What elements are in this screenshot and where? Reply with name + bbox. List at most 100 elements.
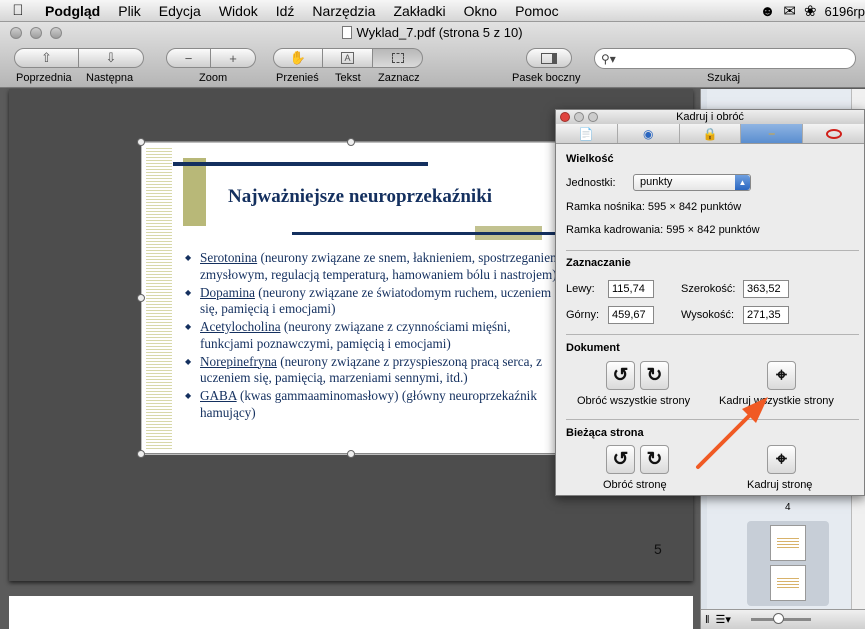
crop-page-button[interactable]: ⌖ [767,445,796,474]
menu-extras: ☻ ✉ ❀ 6196rp [760,0,865,22]
sidebar-toggle-group [526,48,572,68]
rotate-right-page-button[interactable]: ↻ [640,445,669,474]
selection-handle-top-left[interactable] [137,138,145,146]
move-tool-button[interactable]: ✋ [273,48,323,68]
top-label: Górny: [566,309,600,321]
search-label: Szukaj [707,72,741,84]
size-section-title: Wielkość [566,153,614,165]
selection-handle-top[interactable] [347,138,355,146]
menu-file[interactable]: Plik [109,3,150,19]
left-label: Lewy: [566,283,595,295]
selection-handle-bottom-left[interactable] [137,450,145,458]
sidebar-toggle-button[interactable] [526,48,572,68]
term-link: GABA [200,388,237,403]
section-divider [566,419,859,420]
media-box-text: Ramka nośnika: 595 × 842 punktów [566,201,742,213]
inspector-title: Kadruj i obróć [676,111,744,123]
inspector-controls [560,112,598,122]
sidebar-label: Pasek boczny [512,72,581,84]
rotate-left-page-button[interactable]: ↺ [606,445,635,474]
left-field[interactable]: 115,74 [608,280,654,298]
select-tool-button[interactable] [373,48,423,68]
scroll-left-icon[interactable]: ‖ [705,614,710,626]
grid-view-icon[interactable]: ☰▾ [716,613,731,626]
menu-help[interactable]: Pomoc [506,3,568,19]
search-icon: ⚲▾ [601,51,616,66]
apple-menu-icon[interactable]:  [0,2,36,19]
menu-window[interactable]: Okno [455,3,506,19]
document-section-title: Dokument [566,342,620,354]
crop-page-caption: Kadruj stronę [747,479,813,491]
selection-handle-left[interactable] [137,294,145,302]
menu-view[interactable]: Widok [210,3,267,19]
rotate-right-icon: ↻ [646,365,663,386]
search-input[interactable]: ⚲▾ [594,48,856,69]
menu-app[interactable]: Podgląd [36,3,109,19]
section-divider [566,334,859,335]
arrow-down-icon: ⇩ [105,50,117,65]
zoom-in-button[interactable]: + [211,48,256,68]
document-icon: 📄 [578,126,594,141]
tab-general-info[interactable]: 📄 [556,124,618,143]
top-field[interactable]: 459,67 [608,306,654,324]
selection-section-title: Zaznaczanie [566,257,631,269]
menu-bookmarks[interactable]: Zakładki [384,3,454,19]
section-divider [566,250,859,251]
crop-all-button[interactable]: ⌖ [767,361,796,390]
rotate-all-caption: Obróć wszystkie strony [577,395,691,407]
slide-title: Najważniejsze neuroprzekaźniki [228,186,493,207]
next-page-button[interactable]: ⇩ [79,48,144,68]
rotate-left-all-button[interactable]: ↺ [606,361,635,390]
height-field[interactable]: 271,35 [743,306,789,324]
previous-page-button[interactable]: ⇧ [14,48,79,68]
thumbnail-size-slider[interactable] [750,613,811,624]
inspector-titlebar: Kadruj i obróć [556,110,864,124]
zoom-label: Zoom [199,72,228,84]
lock-icon: 🔒 [702,126,718,141]
inspector-close-button[interactable] [560,112,570,122]
crop-box-text: Ramka kadrowania: 595 × 842 punktów [566,224,760,236]
mail-icon[interactable]: ✉ [783,2,796,20]
next-label: Następna [86,72,134,84]
text-label: Tekst [335,72,361,84]
zoom-out-button[interactable]: − [166,48,211,68]
units-select[interactable]: punkty ▲ [633,174,751,191]
user-name[interactable]: 6196rp [825,4,865,19]
slide-top-line [173,162,428,166]
menu-edit[interactable]: Edycja [150,3,210,19]
inspector-minimize-button[interactable] [574,112,584,122]
term-link: Serotonina [200,250,258,265]
menu-bar:  Podgląd Plik Edycja Widok Idź Narzędzi… [0,0,865,22]
window-title: Wyklad_7.pdf (strona 5 z 10) [0,25,865,40]
list-item: Dopamina (neurony związane ze światodomy… [182,285,562,318]
page-thumbnail[interactable] [747,521,829,606]
thumbnail-label: 4 [785,502,791,513]
hand-icon: ✋ [289,50,307,65]
term-link: Acetylocholina [200,319,281,334]
ruler-icon: ⎯ [768,126,775,140]
monkey-icon[interactable]: ☻ [760,3,776,20]
nav-buttons: ⇧ ⇩ [14,48,144,68]
paw-icon[interactable]: ❀ [804,2,817,20]
inspector-zoom-button[interactable] [588,112,598,122]
term-link: Norepinefryna [200,353,277,369]
plus-icon: + [229,50,237,66]
list-item: GABA (kwas gammaaminomasłowy) (główny ne… [182,388,562,421]
slide-content: Najważniejsze neuroprzekaźniki Serotonin… [141,141,571,454]
crop-all-caption: Kadruj wszystkie strony [719,395,834,407]
move-label: Przenieś [276,72,319,84]
text-tool-button[interactable]: A [323,48,373,68]
selection-handle-bottom[interactable] [347,450,355,458]
magnifier-icon: ◉ [642,126,654,141]
minus-icon: − [184,50,193,66]
rotate-right-all-button[interactable]: ↻ [640,361,669,390]
sidebar-bottom-bar: ‖ ☰▾ [701,609,865,629]
tab-annotations[interactable] [803,124,864,143]
menu-tools[interactable]: Narzędzia [303,3,384,19]
tab-encryption[interactable]: 🔒 [680,124,742,143]
menu-go[interactable]: Idź [267,3,304,19]
tab-crop-rotate[interactable]: ⎯ [741,124,804,143]
tab-search[interactable]: ◉ [618,124,680,143]
width-field[interactable]: 363,52 [743,280,789,298]
list-item: Norepinefryna (neurony związane z przysp… [182,354,562,387]
